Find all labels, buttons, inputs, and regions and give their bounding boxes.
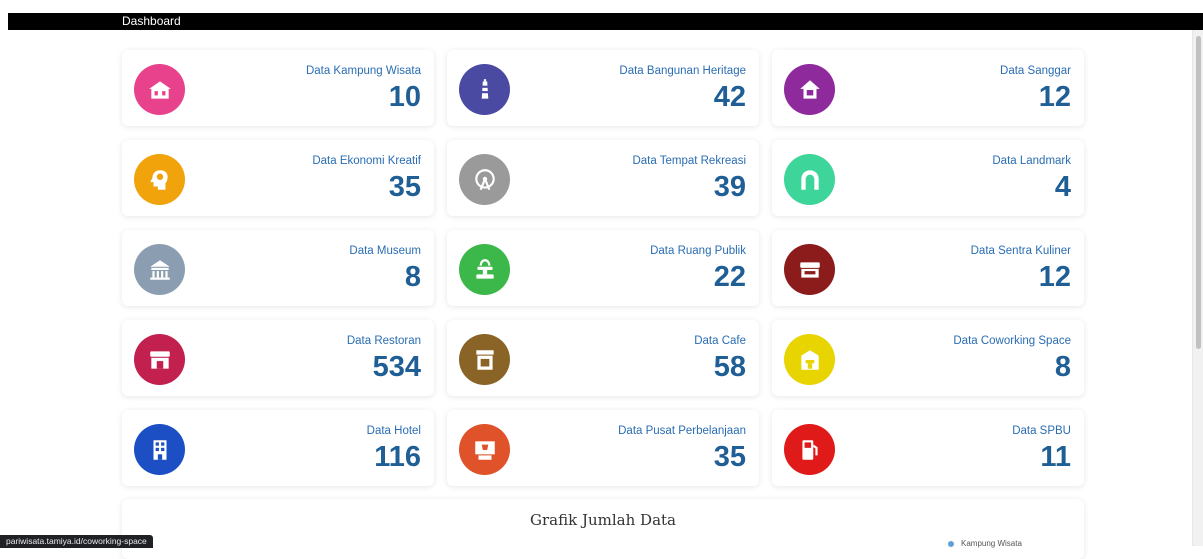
ferris-wheel-icon: [459, 154, 510, 205]
stat-card[interactable]: Data Landmark 4: [772, 140, 1084, 216]
stat-card[interactable]: Data Kampung Wisata 10: [122, 50, 434, 126]
vertical-scrollbar[interactable]: [1192, 30, 1203, 546]
stat-card-label: Data Bangunan Heritage: [619, 65, 746, 77]
link-status-bar: pariwisata.tamiya.id/coworking-space: [0, 535, 153, 548]
chart-card: Grafik Jumlah Data Kampung Wisata: [122, 499, 1084, 559]
stat-card[interactable]: Data Sentra Kuliner 12: [772, 230, 1084, 306]
page-title: Dashboard: [122, 14, 181, 28]
restaurant-icon: [134, 334, 185, 385]
stat-card-value: 116: [374, 441, 421, 473]
stat-card-label: Data Tempat Rekreasi: [632, 155, 746, 167]
stat-card-value: 35: [388, 171, 421, 203]
stat-card-value: 11: [1040, 441, 1071, 473]
stat-card-value: 12: [1038, 261, 1071, 293]
fuel-pump-icon: [784, 424, 835, 475]
stat-card-value: 8: [404, 261, 421, 293]
stat-card[interactable]: Data Ruang Publik 22: [447, 230, 759, 306]
stat-card-label: Data Restoran: [346, 335, 421, 347]
coworking-icon: [784, 334, 835, 385]
stat-card[interactable]: Data Pusat Perbelanjaan 35: [447, 410, 759, 486]
stat-card-value: 4: [1054, 171, 1071, 203]
stat-card[interactable]: Data Tempat Rekreasi 39: [447, 140, 759, 216]
stat-card-value: 35: [713, 441, 746, 473]
stat-card-label: Data Hotel: [366, 425, 421, 437]
stat-card-value: 10: [388, 81, 421, 113]
top-bar: Dashboard: [8, 13, 1203, 30]
stat-card-label: Data Coworking Space: [953, 335, 1071, 347]
stat-card[interactable]: Data Coworking Space 8: [772, 320, 1084, 396]
home-icon: [784, 64, 835, 115]
food-stall-icon: [784, 244, 835, 295]
stat-card-label: Data Pusat Perbelanjaan: [618, 425, 746, 437]
stat-card-label: Data Sentra Kuliner: [970, 245, 1071, 257]
arch-icon: [784, 154, 835, 205]
stat-card-value: 22: [713, 261, 746, 293]
shopping-icon: [459, 424, 510, 475]
stat-card[interactable]: Data Restoran 534: [122, 320, 434, 396]
stats-grid: Data Kampung Wisata 10 Data Bangunan Herit…: [122, 50, 1084, 486]
stat-card-label: Data Sanggar: [1000, 65, 1071, 77]
chart-legend[interactable]: Kampung Wisata: [948, 539, 1022, 548]
scrollbar-thumb[interactable]: [1196, 36, 1201, 349]
stat-card-label: Data SPBU: [1012, 425, 1071, 437]
cafe-icon: [459, 334, 510, 385]
stat-card-value: 12: [1038, 81, 1071, 113]
stat-card-label: Data Ruang Publik: [650, 245, 746, 257]
stat-card-label: Data Kampung Wisata: [305, 65, 421, 77]
legend-label: Kampung Wisata: [961, 539, 1022, 548]
chart-title: Grafik Jumlah Data: [530, 511, 676, 529]
stat-card-value: 39: [713, 171, 746, 203]
fountain-icon: [459, 244, 510, 295]
stat-card-label: Data Ekonomi Kreatif: [312, 155, 421, 167]
stat-card[interactable]: Data SPBU 11: [772, 410, 1084, 486]
stat-card[interactable]: Data Sanggar 12: [772, 50, 1084, 126]
creative-head-icon: [134, 154, 185, 205]
stat-card-label: Data Museum: [349, 245, 421, 257]
stat-card[interactable]: Data Hotel 116: [122, 410, 434, 486]
house-icon: [134, 64, 185, 115]
stat-card[interactable]: Data Ekonomi Kreatif 35: [122, 140, 434, 216]
stat-card-label: Data Cafe: [694, 335, 746, 347]
lighthouse-icon: [459, 64, 510, 115]
museum-icon: [134, 244, 185, 295]
stat-card-value: 58: [713, 351, 746, 383]
stat-card-value: 534: [372, 351, 421, 383]
stat-card-value: 42: [713, 81, 746, 113]
stat-card-value: 8: [1054, 351, 1071, 383]
stat-card-label: Data Landmark: [992, 155, 1071, 167]
stat-card[interactable]: Data Museum 8: [122, 230, 434, 306]
stat-card[interactable]: Data Cafe 58: [447, 320, 759, 396]
stat-card[interactable]: Data Bangunan Heritage 42: [447, 50, 759, 126]
hotel-icon: [134, 424, 185, 475]
